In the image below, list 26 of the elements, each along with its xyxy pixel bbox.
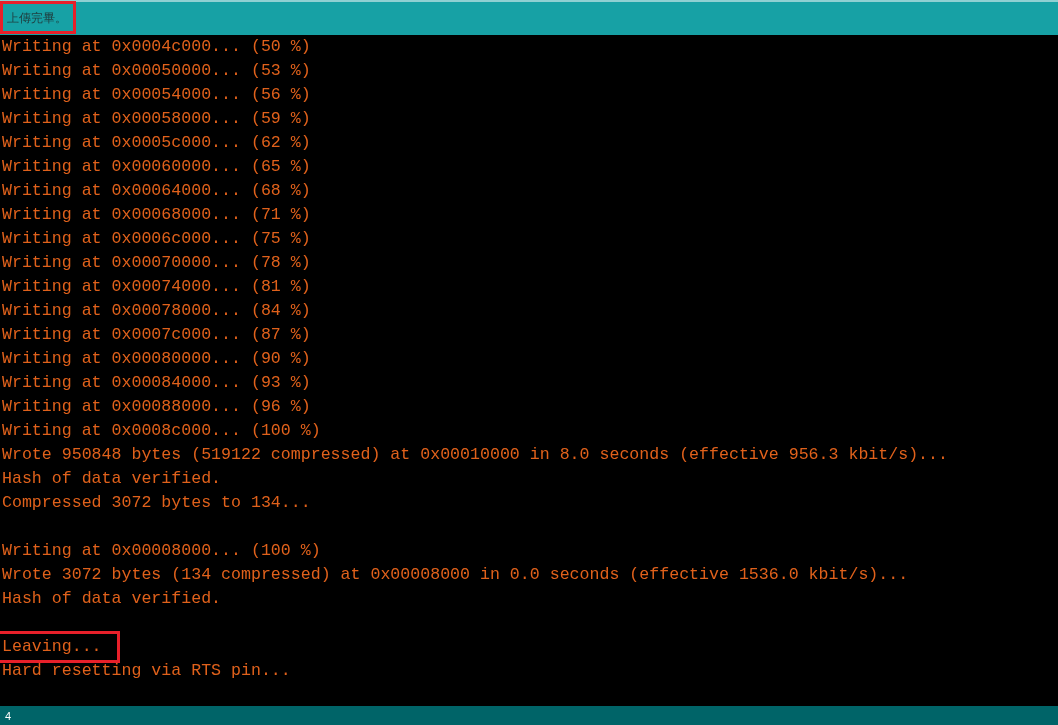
console-line: Writing at 0x00060000... (65 %)	[1, 156, 311, 178]
console-line: Writing at 0x00058000... (59 %)	[1, 108, 311, 130]
console-line: Writing at 0x00008000... (100 %)	[1, 540, 321, 562]
console-line: Writing at 0x00064000... (68 %)	[1, 180, 311, 202]
console-line: Writing at 0x0005c000... (62 %)	[1, 132, 311, 154]
console-line: Writing at 0x00068000... (71 %)	[1, 204, 311, 226]
console-line: Hash of data verified.	[1, 468, 222, 490]
console-line: Writing at 0x00084000... (93 %)	[1, 372, 311, 394]
console-line: Writing at 0x00070000... (78 %)	[1, 252, 311, 274]
console-line: Writing at 0x00078000... (84 %)	[1, 300, 311, 322]
console-line: Writing at 0x00074000... (81 %)	[1, 276, 311, 298]
console-line: Compressed 3072 bytes to 134...	[1, 492, 311, 514]
console-line: Writing at 0x0008c000... (100 %)	[1, 420, 321, 442]
console-line: Writing at 0x00088000... (96 %)	[1, 396, 311, 418]
console-line: Wrote 3072 bytes (134 compressed) at 0x00008000 in 0.0 seconds (effective 1536.0 kbit/s)...	[1, 564, 909, 586]
console-line: Writing at 0x0004c000... (50 %)	[1, 36, 311, 58]
console-line: Hash of data verified.	[1, 588, 222, 610]
console-line: Writing at 0x00050000... (53 %)	[1, 60, 311, 82]
console-line: Wrote 950848 bytes (519122 compressed) at 0x00010000 in 8.0 seconds (effective 956.3 kbit/s)...	[1, 444, 948, 466]
console-line: Writing at 0x0007c000... (87 %)	[1, 324, 311, 346]
console-line: Writing at 0x00080000... (90 %)	[1, 348, 311, 370]
console-line: Writing at 0x0006c000... (75 %)	[1, 228, 311, 250]
status-message: 上傳完畢。	[0, 1, 76, 34]
console-line: Hard resetting via RTS pin...	[1, 660, 291, 682]
console-line: Writing at 0x00054000... (56 %)	[1, 84, 311, 106]
line-number: 4	[4, 709, 12, 722]
